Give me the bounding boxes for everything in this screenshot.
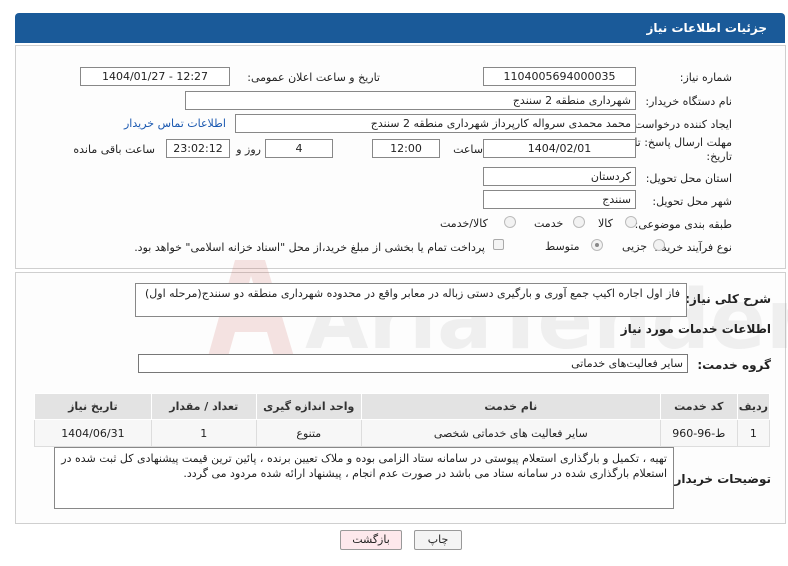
deadline-time-label: ساعت [453,143,483,156]
category-label: طبقه بندی موضوعی: [634,218,732,231]
back-button[interactable]: بازگشت [340,530,402,550]
col-service-code: کد خدمت [659,393,738,420]
cell-service-code: ط-96-960 [659,419,738,447]
cell-row-number: 1 [736,419,771,447]
col-service-name: نام خدمت [360,393,661,420]
buyer-org-label: نام دستگاه خریدار: [645,95,732,108]
process-option-medium: متوسط [545,240,580,253]
need-number-label: شماره نیاز: [679,71,732,84]
category-radio-goods[interactable] [625,216,637,228]
table-row[interactable]: 1 ط-96-960 سایر فعالیت های خدماتی شخصی م… [34,419,771,447]
category-radio-goods-service[interactable] [504,216,516,228]
summary-textarea[interactable]: فاز اول اجاره اکیپ جمع آوری و بارگیری دس… [135,283,687,317]
page-header: جزئیات اطلاعات نیاز [15,13,785,43]
buyer-org-field[interactable]: شهرداری منطقه 2 سنندج [185,91,636,110]
service-group-field[interactable]: سایر فعالیت‌های خدماتی [138,354,688,373]
process-radio-medium[interactable] [591,239,603,251]
category-radio-service[interactable] [573,216,585,228]
col-need-date: تاریخ نیاز [34,393,152,420]
days-field[interactable]: 4 [265,139,333,158]
days-label: روز و [236,143,261,156]
category-option-service: خدمت [534,217,564,230]
deadline-date-field[interactable]: 1404/02/01 [483,139,636,158]
col-unit: واحد اندازه گیری [255,393,362,420]
buyer-notes-textarea[interactable]: تهیه ، تکمیل و بارگذاری استعلام پیوستی د… [54,447,674,509]
cell-need-date: 1404/06/31 [34,419,152,447]
print-button[interactable]: چاپ [414,530,462,550]
process-radio-minor[interactable] [653,239,665,251]
page-title: جزئیات اطلاعات نیاز [646,21,767,35]
category-option-goods-service: کالا/خدمت [440,217,488,230]
city-field[interactable]: سنندج [483,190,636,209]
province-label: استان محل تحویل: [645,172,732,185]
requester-label: ایجاد کننده درخواست: [630,118,732,131]
cell-quantity: 1 [150,419,257,447]
treasury-payment-checkbox[interactable] [493,239,504,250]
category-option-goods: کالا [598,217,613,230]
col-quantity: تعداد / مقدار [150,393,257,420]
process-option-minor: جزیی [622,240,648,253]
province-field[interactable]: کردستان [483,167,636,186]
buyer-notes-label: توضیحات خریدار: [669,472,771,486]
announce-label: تاریخ و ساعت اعلان عمومی: [247,71,380,84]
deadline-time-field[interactable]: 12:00 [372,139,440,158]
process-label: نوع فرآیند خرید : [654,241,732,254]
service-group-label: گروه خدمت: [697,358,771,372]
cell-service-name: سایر فعالیت های خدماتی شخصی [360,419,661,447]
need-number-field[interactable]: 1104005694000035 [483,67,636,86]
deadline-label: مهلت ارسال پاسخ: تا تاریخ: [634,136,732,163]
services-table: ردیف کد خدمت نام خدمت واحد اندازه گیری ت… [34,393,771,447]
col-row-number: ردیف [736,393,771,420]
remaining-label: ساعت باقی مانده [73,143,155,156]
summary-label: شرح کلی نیاز: [685,292,771,306]
buyer-contact-link[interactable]: اطلاعات تماس خریدار [124,117,226,130]
remaining-time-field[interactable]: 23:02:12 [166,139,230,158]
treasury-payment-note: پرداخت تمام یا بخشی از مبلغ خرید،از محل … [134,241,485,254]
announce-field[interactable]: 1404/01/27 - 12:27 [80,67,230,86]
services-section-title: اطلاعات خدمات مورد نیاز [620,322,771,336]
cell-unit: متنوع [255,419,362,447]
requester-field[interactable]: محمد محمدی سرواله کارپرداز شهرداری منطقه… [235,114,636,133]
table-header-row: ردیف کد خدمت نام خدمت واحد اندازه گیری ت… [34,393,771,420]
city-label: شهر محل تحویل: [652,195,732,208]
